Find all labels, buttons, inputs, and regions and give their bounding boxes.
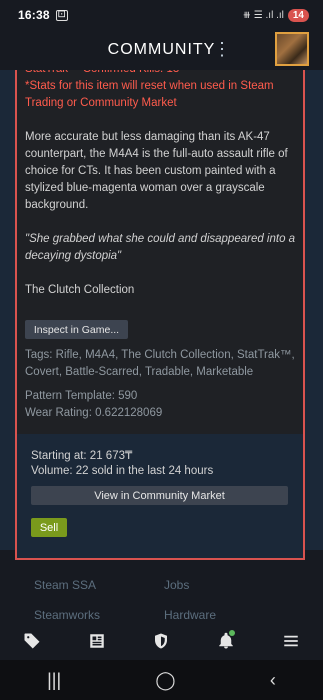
recent-apps-icon[interactable]: ||| [47, 670, 61, 691]
battery-badge: 14 [287, 8, 309, 22]
tab-notifications[interactable] [206, 626, 246, 656]
avatar[interactable] [275, 32, 309, 66]
app-header: COMMUNITY ⋮ [0, 30, 323, 70]
hamburger-menu-icon [283, 635, 298, 647]
status-right: ⧻ ☰ .ıl .ıl 14 [242, 8, 309, 22]
stattrak-kills-text: StatTrak™ Confirmed Kills: 13 [25, 70, 297, 78]
tab-news[interactable] [77, 626, 117, 656]
shield-icon [155, 633, 168, 649]
market-starting-price: Starting at: 21 673₸ [31, 450, 133, 462]
bottom-tab-bar [0, 622, 323, 660]
market-box: Starting at: 21 673₸ Volume: 22 sold in … [17, 434, 303, 558]
pattern-template: Pattern Template: 590 [25, 390, 138, 402]
market-volume: Volume: 22 sold in the last 24 hours [31, 465, 214, 477]
tab-guard[interactable] [141, 626, 181, 656]
sell-button[interactable]: Sell [31, 518, 67, 537]
wear-rating: Wear Rating: 0.622128069 [25, 407, 163, 419]
home-icon[interactable]: ◯ [155, 670, 175, 691]
screenshot-notification-icon: ⊡ [55, 9, 68, 21]
footer-link-steam-ssa[interactable]: Steam SSA [34, 578, 96, 592]
item-quote: "She grabbed what she could and disappea… [25, 233, 296, 262]
item-details-panel: StatTrak™ Confirmed Kills: 13 *Stats for… [15, 70, 305, 560]
status-bar: 16:38 ⊡ ⧻ ☰ .ıl .ıl 14 [0, 0, 323, 30]
signal-icons: ⧻ ☰ .ıl .ıl [242, 9, 284, 21]
footer-link-jobs[interactable]: Jobs [164, 578, 189, 592]
main-content[interactable]: Steam SSA Jobs Steamworks Hardware StatT… [0, 70, 323, 622]
footer-link-hardware[interactable]: Hardware [164, 608, 216, 622]
footer-link-steamworks[interactable]: Steamworks [34, 608, 100, 622]
item-collection: The Clutch Collection [25, 284, 135, 296]
status-time: 16:38 [18, 8, 50, 22]
tab-store[interactable] [12, 626, 52, 656]
view-in-community-market-button[interactable]: View in Community Market [31, 486, 288, 505]
inspect-in-game-button[interactable]: Inspect in Game... [25, 320, 128, 339]
stats-reset-warning: *Stats for this item will reset when use… [25, 80, 274, 109]
more-menu-icon[interactable]: ⋮ [213, 40, 231, 58]
android-navigation-bar: ||| ◯ ‹ [0, 660, 323, 700]
tab-menu[interactable] [271, 626, 311, 656]
back-icon[interactable]: ‹ [270, 670, 276, 691]
item-description: More accurate but less damaging than its… [25, 131, 288, 211]
tag-icon [24, 633, 40, 649]
item-tags: Tags: Rifle, M4A4, The Clutch Collection… [25, 349, 295, 378]
page-title: COMMUNITY [107, 41, 216, 58]
news-icon [90, 634, 104, 648]
